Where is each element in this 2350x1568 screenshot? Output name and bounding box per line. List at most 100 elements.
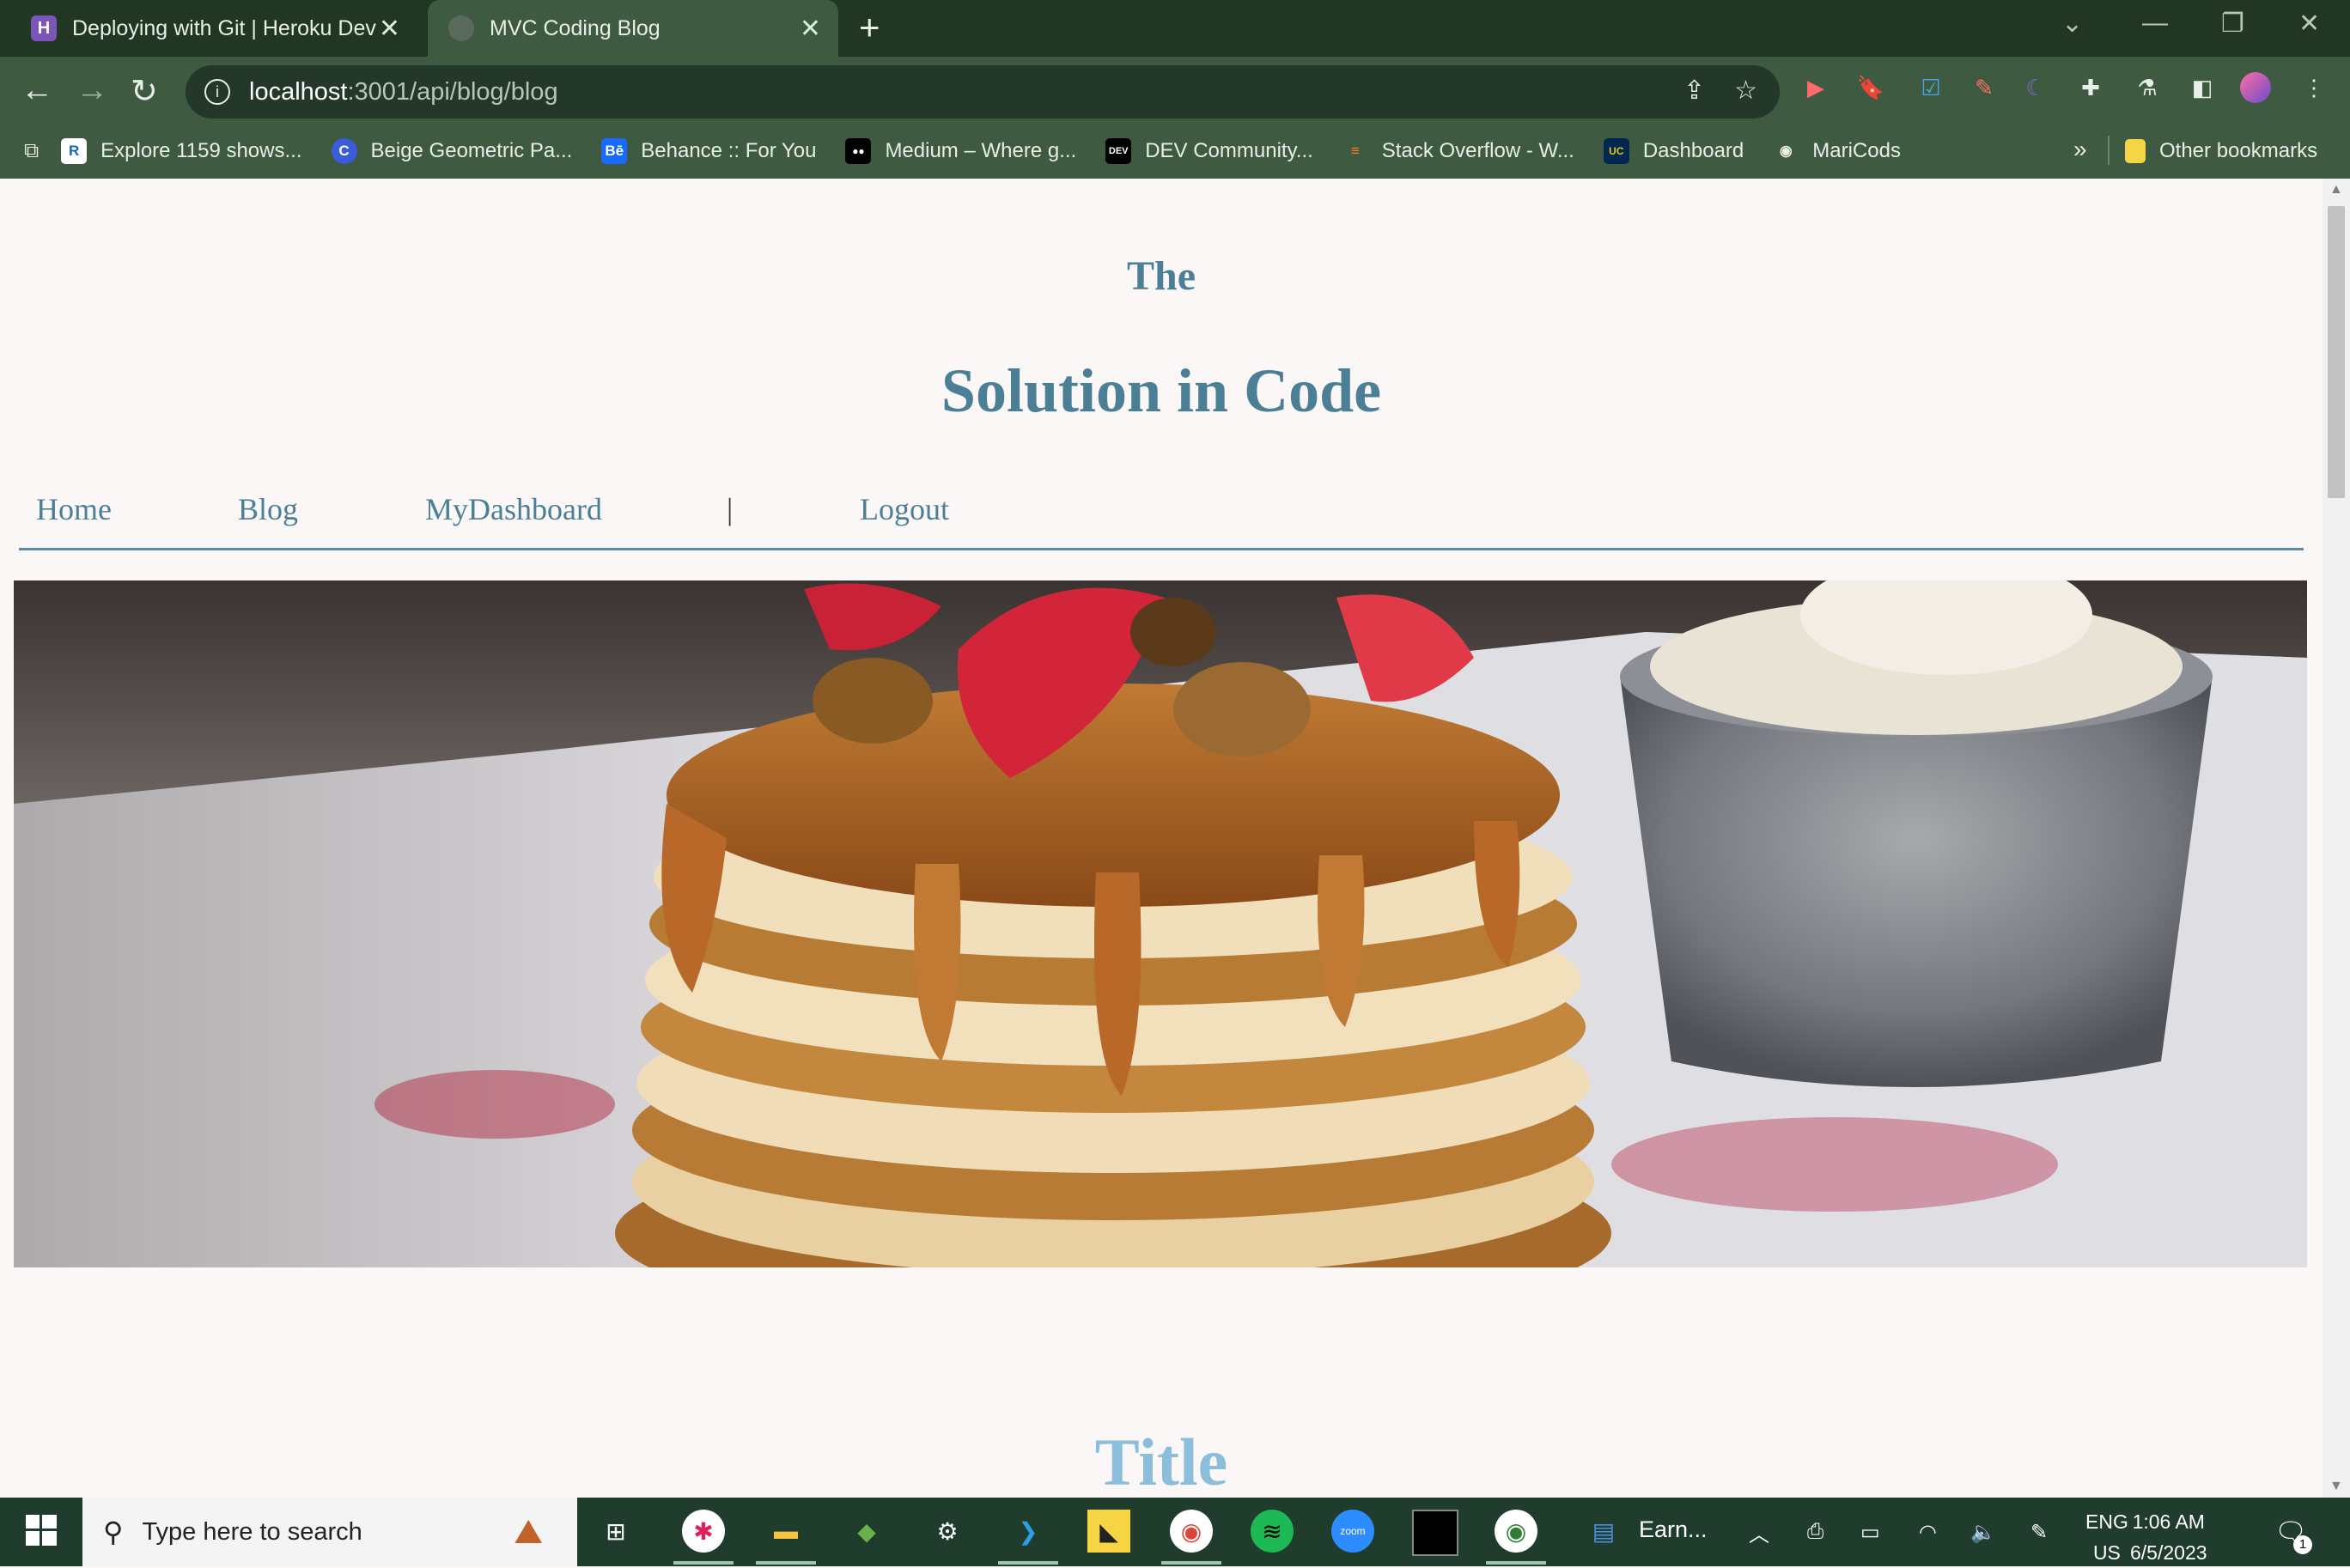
nav-dashboard-link[interactable]: MyDashboard [425,491,602,527]
windows-start-icon[interactable] [26,1515,57,1546]
bookmark-item[interactable]: ●● Medium – Where g... [845,138,1076,164]
file-explorer-icon[interactable]: ▬ [756,1510,816,1565]
other-bookmarks-folder[interactable]: Other bookmarks [2125,125,2317,177]
site-kicker: The [1126,253,1196,299]
tab-mvc-blog[interactable]: MVC Coding Blog ✕ [428,0,838,57]
extensions-puzzle-icon[interactable]: ✚ [2075,72,2106,103]
system-clock[interactable]: 1:06 AM 6/5/2023 [2130,1506,2207,1568]
url-host: localhost [249,77,348,106]
tab-search-chevron-icon[interactable]: ⌄ [2061,9,2083,39]
bookmarks-bar: ⧉ R Explore 1159 shows... C Beige Geomet… [0,125,2350,177]
moon-extension-icon[interactable]: ☾ [2020,72,2051,103]
language-code: ENG [2085,1510,2128,1533]
tasks-extension-icon[interactable]: ☑ [1915,72,1946,103]
vscode-icon[interactable]: ❯ [998,1510,1058,1565]
nav-logout-link[interactable]: Logout [860,491,949,527]
bookmark-item[interactable]: R Explore 1159 shows... [61,138,302,164]
region-code: US [2092,1541,2121,1564]
nav-separator: | [727,492,734,526]
notification-count-badge: 1 [2293,1535,2312,1554]
bookmark-extension-icon[interactable]: 🔖 [1855,72,1886,103]
pinned-app-label[interactable]: Earn... [1639,1516,1708,1543]
wifi-icon[interactable]: ◠ [1919,1498,1937,1566]
close-tab-icon[interactable]: ✕ [379,14,400,44]
terminal-icon[interactable] [1412,1510,1458,1556]
page-viewport: The Solution in Code Home Blog MyDashboa… [0,179,2323,1498]
apps-icon[interactable]: ⧉ [24,139,39,163]
bookmarks-overflow-button[interactable]: » [2073,136,2087,163]
site-title: Solution in Code [941,356,1382,425]
task-view-icon[interactable]: ⊞ [594,1510,637,1553]
volume-icon[interactable]: 🔈 [1970,1498,1996,1566]
tab-strip: H Deploying with Git | Heroku Dev ✕ MVC … [0,0,2350,57]
folder-icon [2125,139,2146,163]
bookmark-favicon-icon: ●● [845,138,872,164]
meet-now-icon[interactable]: ⎙ [1807,1498,1823,1566]
profile-avatar[interactable] [2240,72,2271,103]
restore-button[interactable]: ❐ [2221,9,2244,39]
battery-icon[interactable]: ▭ [1860,1498,1880,1566]
forward-arrow-icon[interactable]: → [76,72,108,109]
other-bookmarks-label: Other bookmarks [2159,139,2318,162]
info-icon[interactable]: i [204,79,230,105]
labs-flask-icon[interactable]: ⚗ [2132,72,2163,103]
bookmark-label: DEV Community... [1145,139,1313,162]
rocket-extension-icon[interactable]: ✎ [1969,72,2000,103]
bookmark-item[interactable]: C Beige Geometric Pa... [331,138,572,164]
chrome-icon[interactable]: ◉ [1161,1510,1221,1565]
close-window-button[interactable]: ✕ [2298,9,2320,39]
bookmark-item[interactable]: DEV DEV Community... [1105,138,1313,164]
settings-gear-icon[interactable]: ⚙ [926,1510,969,1553]
bookmark-favicon-icon: UC [1603,138,1629,164]
notifications-icon[interactable]: 🗨 [2274,1498,2307,1566]
share-icon[interactable]: ⇪ [1683,76,1705,106]
page-scrollbar[interactable]: ▲ ▼ [2323,179,2350,1498]
side-panel-icon[interactable]: ◧ [2187,72,2218,103]
input-language-indicator[interactable]: ENG US [2085,1506,2128,1568]
back-arrow-icon[interactable]: ← [21,72,53,109]
bookmark-label: Dashboard [1642,139,1744,162]
github-icon: ◉ [1779,143,1793,159]
search-placeholder: Type here to search [142,1517,362,1546]
menu-kebab-icon[interactable]: ⋮ [2298,72,2329,103]
document-icon[interactable]: ▤ [1582,1510,1625,1553]
address-bar[interactable]: i localhost:3001/api/blog/blog ⇪ ☆ [186,65,1780,119]
bookmark-favicon-icon: ≡ [1350,143,1360,159]
pen-icon[interactable]: ✎ [2030,1498,2048,1566]
bookmark-favicon-icon: DEV [1105,138,1132,164]
new-tab-button[interactable]: + [859,7,880,48]
close-tab-icon[interactable]: ✕ [800,14,821,44]
screencast-extension-icon[interactable]: ▶ [1800,72,1831,103]
bookmarks-divider [2108,136,2110,165]
tab-title: MVC Coding Blog [490,15,661,40]
bookmark-item[interactable]: UC Dashboard [1603,138,1744,164]
scroll-down-icon[interactable]: ▼ [2329,1479,2343,1494]
scroll-up-icon[interactable]: ▲ [2329,182,2343,198]
spotify-icon[interactable]: ≋ [1251,1510,1294,1553]
taskbar-search-box[interactable]: ⚲ Type here to search ⛰ [82,1498,577,1566]
bookmark-item[interactable]: ◉ MariCods [1773,138,1901,164]
bookmark-label: Medium – Where g... [885,139,1077,162]
slack-icon[interactable]: ✱ [673,1510,734,1565]
bookmark-item[interactable]: Bē Behance :: For You [601,138,816,164]
bookmark-star-icon[interactable]: ☆ [1734,76,1757,106]
sticky-notes-icon[interactable]: ◣ [1087,1510,1130,1553]
chrome-dev-icon[interactable]: ◉ [1486,1510,1546,1565]
clock-date: 6/5/2023 [2130,1541,2207,1564]
heroku-icon: H [31,15,57,41]
tab-heroku[interactable]: H Deploying with Git | Heroku Dev ✕ [31,0,417,57]
reload-icon[interactable]: ↻ [131,72,158,111]
show-hidden-icons-chevron[interactable]: ︿ [1749,1498,1769,1566]
site-nav: Home Blog MyDashboard | Logout [19,481,2304,550]
bookmark-favicon-icon: R [61,138,88,164]
nav-blog-link[interactable]: Blog [238,491,298,527]
nav-home-link[interactable]: Home [36,491,112,527]
search-icon: ⚲ [103,1516,124,1547]
bookmark-item[interactable]: ≡ Stack Overflow - W... [1342,138,1574,164]
minimize-button[interactable]: — [2142,9,2168,38]
post-title: Title [1094,1425,1228,1498]
zoom-icon[interactable]: zoom [1331,1510,1374,1553]
tab-title: Deploying with Git | Heroku Dev [72,15,376,40]
git-kraken-icon[interactable]: ◆ [845,1510,888,1553]
scrollbar-thumb[interactable] [2328,206,2345,498]
